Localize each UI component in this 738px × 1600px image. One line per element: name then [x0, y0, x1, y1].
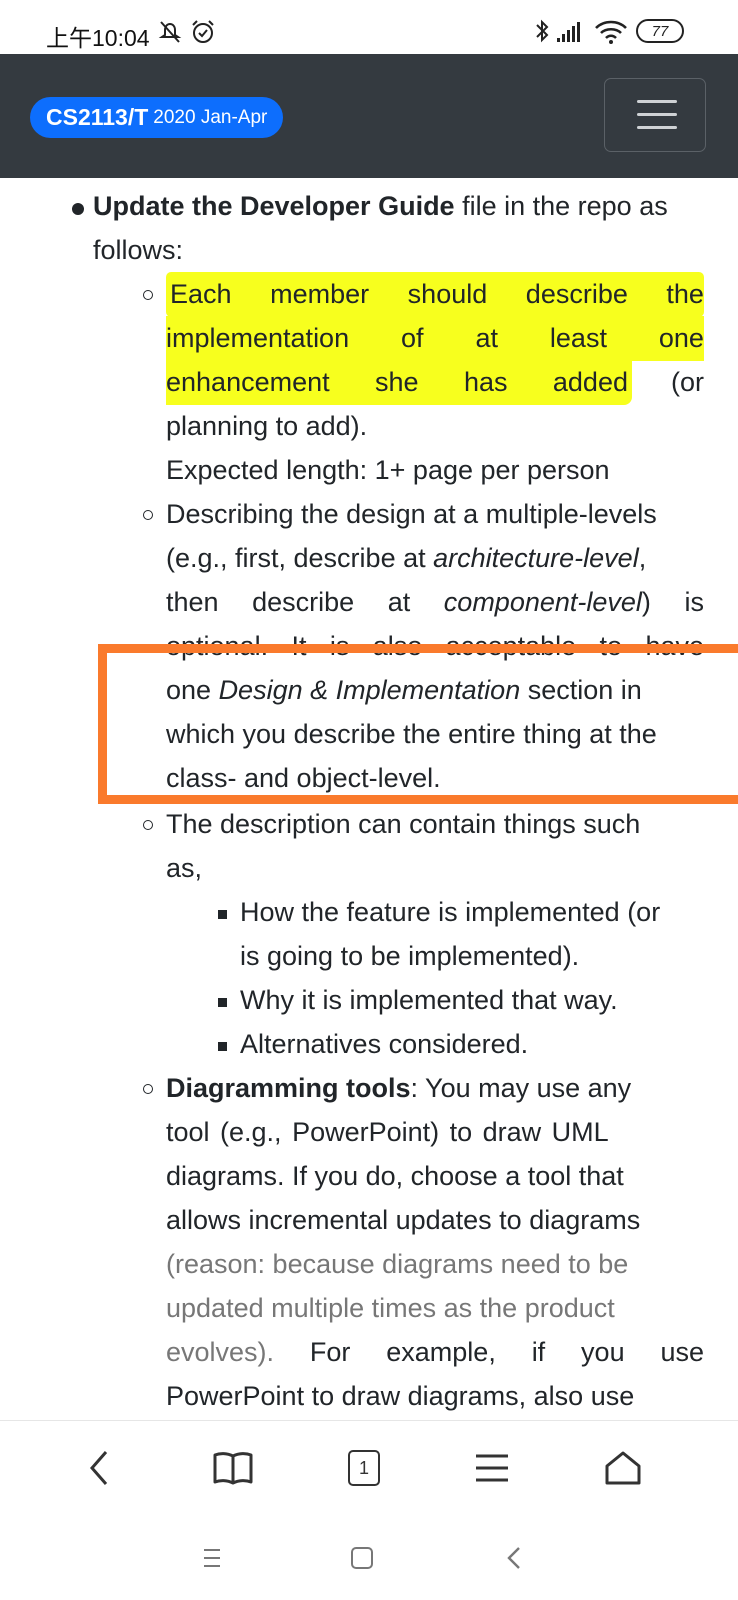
text-line: updated multiple times as the product: [166, 1293, 615, 1323]
text-line: is going to be implemented).: [240, 941, 580, 971]
text-line: class- and object-level.: [166, 763, 441, 793]
tabs-button[interactable]: 1: [331, 1435, 397, 1501]
brand-term: 2020 Jan-Apr: [153, 106, 268, 128]
system-back-button[interactable]: [492, 1536, 536, 1580]
text-line: Describing the design at a multiple-leve…: [166, 499, 657, 529]
text-line: planning to add).: [166, 411, 368, 441]
site-brand-button[interactable]: CS2113/T 2020 Jan-Apr: [30, 97, 284, 138]
text-line: PowerPoint to draw diagrams, also use: [166, 1381, 635, 1411]
browser-bottom-bar: 1: [0, 1420, 738, 1515]
home-icon: [605, 1451, 641, 1485]
back-button[interactable]: [66, 1435, 132, 1501]
bookmarks-button[interactable]: [200, 1435, 266, 1501]
bookmarks-icon: [213, 1452, 253, 1485]
bullet-square: [218, 1042, 227, 1051]
system-navigation-bar: [0, 1514, 738, 1600]
home-button[interactable]: [590, 1435, 656, 1501]
battery-level: 77: [651, 22, 669, 40]
text-line: diagrams. If you do, choose a tool that: [166, 1161, 624, 1191]
text-line: follows:: [93, 235, 184, 265]
italic-text: architecture-level: [433, 543, 639, 573]
bullet-circle: [143, 290, 153, 300]
text-line: as,: [166, 853, 203, 883]
recents-button[interactable]: [190, 1536, 234, 1580]
back-icon: [90, 1451, 108, 1485]
tabs-icon: 1: [348, 1450, 380, 1486]
bold-text: Update the Developer Guide: [93, 191, 455, 221]
bullet-disc: [72, 203, 84, 215]
status-bar: 上午10:04 77: [0, 0, 738, 54]
alarm-off-icon: [158, 21, 182, 43]
text-line: The description can contain things such: [166, 809, 641, 839]
text-line: How the feature is implemented (or: [240, 897, 661, 927]
wifi-icon: [595, 20, 627, 44]
text-line: then describe at component-level) is: [166, 587, 704, 617]
menu-icon: [476, 1454, 508, 1482]
text-line: tool (e.g., PowerPoint) to draw UML: [166, 1117, 609, 1147]
text-line: one Design & Implementation section in: [166, 675, 642, 705]
signal-icon: [557, 22, 580, 42]
site-navbar: CS2113/T 2020 Jan-Apr: [0, 54, 738, 178]
text-line: evolves). For example, if you use: [166, 1337, 704, 1367]
bullet-circle: [143, 820, 153, 830]
text-line: enhancement she has added (or: [166, 360, 704, 405]
tab-count: 1: [358, 1457, 369, 1478]
text-line: Why it is implemented that way.: [240, 985, 618, 1015]
text-line: Diagramming tools: You may use any: [166, 1073, 632, 1103]
highlighted-line: implementation of at least one: [166, 316, 704, 361]
bullet-square: [218, 910, 227, 919]
status-time: 上午10:04: [46, 25, 150, 51]
home-button-icon: [351, 1547, 373, 1569]
text-line: (reason: because diagrams need to be: [166, 1249, 629, 1279]
back-nav-icon: [507, 1547, 520, 1569]
italic-text: component-level: [443, 587, 642, 617]
brand-course-code: CS2113/T: [46, 104, 149, 130]
hamburger-menu-button[interactable]: [604, 78, 706, 152]
recents-icon: [204, 1549, 220, 1567]
text-line: (e.g., first, describe at architecture-l…: [166, 543, 647, 573]
text-line: Expected length: 1+ page per person: [166, 455, 610, 485]
bullet-circle: [143, 1084, 153, 1094]
bullet-square: [218, 998, 227, 1007]
text-line: optional. It is also acceptable to have: [166, 631, 704, 661]
alarm-icon: [192, 20, 214, 43]
italic-text: Design & Implementation: [218, 675, 521, 705]
menu-button[interactable]: [459, 1435, 525, 1501]
text-line: Alternatives considered.: [240, 1029, 529, 1059]
text-line: which you describe the entire thing at t…: [166, 719, 657, 749]
text-line: allows incremental updates to diagrams: [166, 1205, 641, 1235]
page-content: Update the Developer Guide file in the r…: [0, 178, 738, 1420]
bluetooth-icon: [536, 19, 549, 43]
list-item: Update the Developer Guide file in the r…: [93, 191, 668, 221]
battery-icon: 77: [636, 19, 684, 43]
bold-text: Diagramming tools: [166, 1073, 411, 1103]
system-home-button[interactable]: [340, 1536, 384, 1580]
highlighted-line: Each member should describe the: [166, 272, 704, 317]
bullet-circle: [143, 510, 153, 520]
